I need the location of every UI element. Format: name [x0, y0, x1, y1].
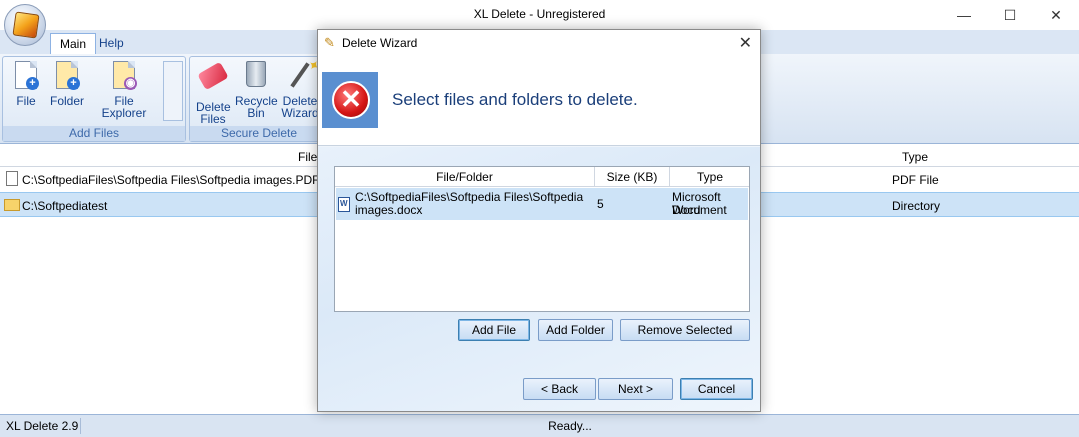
- delete-wizard-label: Delete Wizard: [281, 94, 319, 120]
- wizard-file-list[interactable]: File/Folder Size (KB) Type C:\SoftpediaF…: [334, 166, 750, 312]
- wizard-icon: ✎: [324, 35, 335, 50]
- remove-selected-button[interactable]: Remove Selected: [620, 319, 750, 341]
- recycle-bin-button[interactable]: Recycle Bin: [234, 61, 278, 119]
- group-secure-delete-label: Secure Delete: [190, 126, 328, 141]
- column-file[interactable]: File: [298, 150, 317, 164]
- status-bar: XL Delete 2.9 Ready...: [0, 414, 1079, 437]
- cancel-button[interactable]: Cancel: [680, 378, 753, 400]
- next-button[interactable]: Next >: [598, 378, 673, 400]
- group-add-files-label: Add Files: [3, 126, 185, 141]
- pdf-file-icon: [6, 171, 18, 186]
- file-explorer-icon: ◉: [113, 61, 137, 90]
- status-text: Ready...: [548, 419, 592, 433]
- dialog-title-bar: ✎ Delete Wizard ✕: [318, 30, 760, 56]
- recycle-bin-icon: [246, 61, 266, 87]
- add-folder-button[interactable]: + Folder: [47, 61, 87, 107]
- folder-add-icon: +: [56, 61, 80, 90]
- item-size: 5: [597, 197, 604, 211]
- column-type[interactable]: Type: [670, 170, 750, 184]
- delete-stop-icon: ✕: [322, 72, 378, 128]
- add-file-button[interactable]: + File: [9, 61, 43, 107]
- item-type-line2: Document: [672, 203, 727, 217]
- file-explorer-label: File Explorer: [101, 94, 147, 120]
- title-bar: XL Delete - Unregistered — ☐ ✕: [0, 0, 1079, 30]
- app-logo-icon: [12, 11, 40, 39]
- add-file-label: File: [16, 94, 36, 108]
- wizard-list-header: File/Folder Size (KB) Type: [335, 167, 749, 187]
- row-path: C:\SoftpediaFiles\Softpedia Files\Softpe…: [22, 173, 320, 187]
- add-file-dialog-button[interactable]: Add File: [458, 319, 530, 341]
- word-document-icon: [338, 197, 350, 212]
- dialog-heading: Select files and folders to delete.: [392, 90, 638, 109]
- row-type: Directory: [892, 199, 941, 213]
- ribbon-scroll[interactable]: [163, 61, 183, 121]
- delete-wizard-button[interactable]: Delete Wizard: [280, 61, 320, 119]
- magic-wand-icon: [290, 62, 310, 88]
- row-type: PDF File: [892, 173, 939, 187]
- tab-help[interactable]: Help: [90, 33, 133, 54]
- add-folder-label: Folder: [49, 94, 84, 108]
- group-add-files: + File + Folder ◉ File Explorer Add File…: [2, 56, 186, 142]
- window-title: XL Delete - Unregistered: [473, 7, 606, 21]
- delete-files-label: Delete Files: [196, 100, 231, 126]
- eraser-icon: [197, 61, 229, 91]
- back-button[interactable]: < Back: [523, 378, 596, 400]
- file-explorer-button[interactable]: ◉ File Explorer: [91, 61, 157, 119]
- recycle-bin-label: Recycle Bin: [235, 94, 278, 120]
- file-add-icon: +: [15, 61, 39, 90]
- dialog-title: Delete Wizard: [342, 36, 418, 50]
- row-path: C:\Softpediatest: [22, 199, 108, 213]
- dialog-body: File/Folder Size (KB) Type C:\SoftpediaF…: [318, 147, 760, 411]
- group-secure-delete: Delete Files Recycle Bin Delete Wizard S…: [189, 56, 329, 142]
- minimize-button[interactable]: —: [941, 0, 987, 30]
- delete-wizard-dialog: ✎ Delete Wizard ✕ ✕ Select files and fol…: [317, 29, 761, 412]
- maximize-button[interactable]: ☐: [987, 0, 1033, 30]
- item-path-line2: images.docx: [355, 203, 423, 217]
- add-folder-dialog-button[interactable]: Add Folder: [538, 319, 613, 341]
- list-item[interactable]: C:\SoftpediaFiles\Softpedia Files\Softpe…: [336, 188, 748, 220]
- dialog-header: ✕ Select files and folders to delete.: [318, 56, 760, 146]
- column-file-folder[interactable]: File/Folder: [335, 170, 594, 184]
- dialog-close-button[interactable]: ✕: [739, 33, 752, 53]
- folder-icon: [4, 199, 20, 211]
- delete-files-button[interactable]: Delete Files: [194, 61, 232, 125]
- column-size[interactable]: Size (KB): [595, 170, 669, 184]
- close-button[interactable]: ✕: [1033, 0, 1079, 30]
- app-menu-button[interactable]: [4, 4, 46, 46]
- column-type[interactable]: Type: [902, 150, 928, 164]
